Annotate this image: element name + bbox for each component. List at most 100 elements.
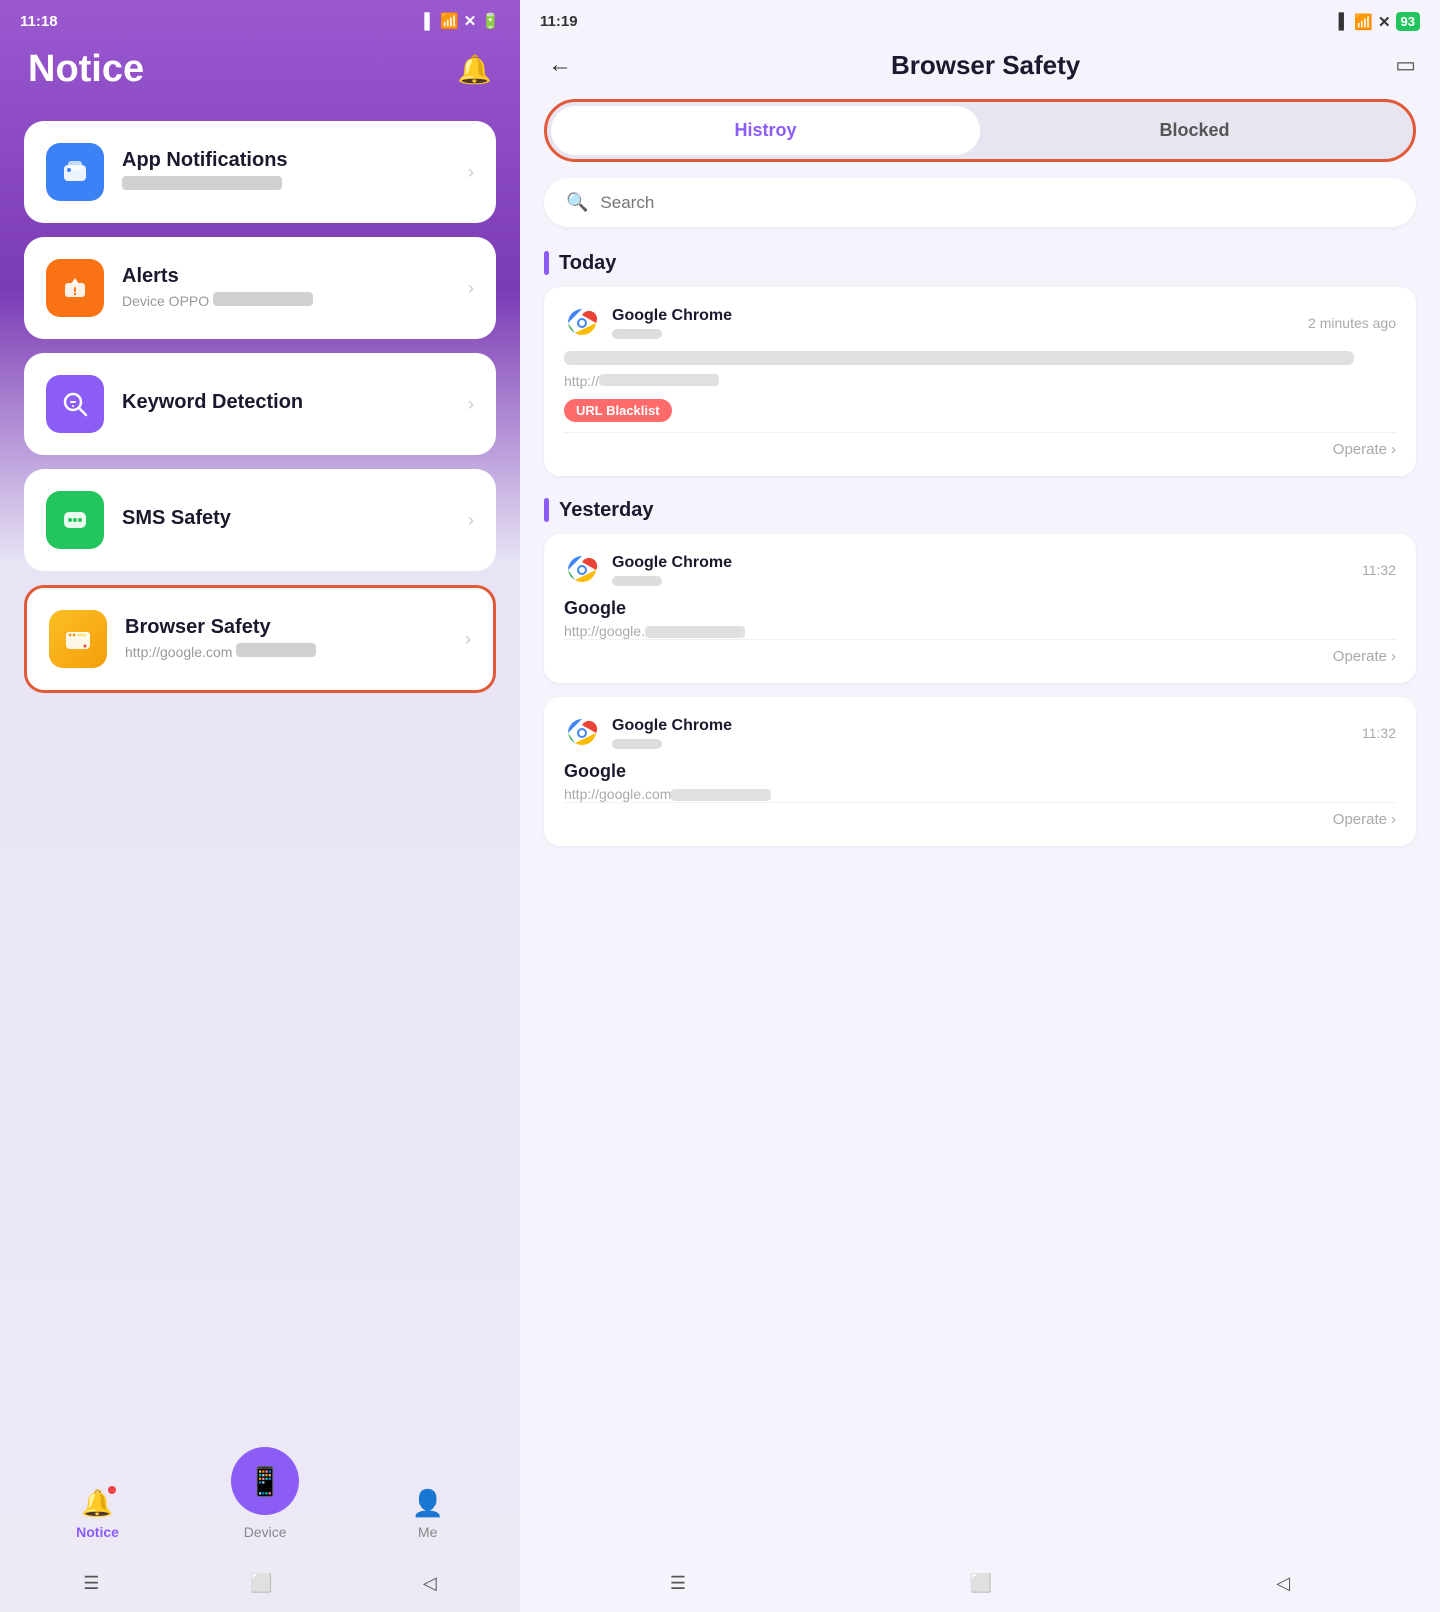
me-nav-icon: 👤 xyxy=(411,1488,443,1519)
card-app-info-yest-1: Google Chrome xyxy=(564,552,732,588)
chrome-icon-yest-2 xyxy=(564,715,600,751)
url-blur-today-1 xyxy=(599,374,719,386)
browser-safety-icon xyxy=(49,610,107,668)
card-header-today-1: Google Chrome 2 minutes ago xyxy=(564,305,1396,341)
status-icons-right: ▌ 📶 ✕ 93 xyxy=(1339,12,1420,31)
time-yest-1: 11:32 xyxy=(1362,562,1396,578)
notice-nav-icon: 🔔 xyxy=(81,1488,113,1519)
left-header: Notice 🔔 xyxy=(0,38,520,121)
time-right: 11:19 xyxy=(540,13,578,30)
scroll-area[interactable]: Today xyxy=(520,243,1440,1612)
sms-safety-icon xyxy=(46,491,104,549)
nav-item-me[interactable]: 👤 Me xyxy=(411,1488,443,1540)
app-name-yest-2: Google Chrome xyxy=(612,717,732,749)
url-inline-blur-yest2 xyxy=(671,789,771,801)
hamburger-icon-right[interactable]: ☰ xyxy=(670,1573,686,1594)
card-header-yest-2: Google Chrome 11:32 xyxy=(564,715,1396,751)
chrome-icon-yest-1 xyxy=(564,552,600,588)
search-icon: 🔍 xyxy=(566,192,588,213)
browser-safety-sub: http://google.com xyxy=(125,644,316,660)
nav-item-notice[interactable]: 🔔 Notice xyxy=(76,1488,119,1540)
bell-icon[interactable]: 🔔 xyxy=(457,53,492,86)
page-title: Notice xyxy=(28,48,144,91)
tab-blocked[interactable]: Blocked xyxy=(980,106,1409,155)
alerts-sub: Device OPPO xyxy=(122,293,313,309)
home-btn-right[interactable]: ⬜ xyxy=(970,1573,992,1594)
card-app-info-yest-2: Google Chrome xyxy=(564,715,732,751)
notice-nav-label: Notice xyxy=(76,1524,119,1540)
section-today-label: Today xyxy=(559,252,616,275)
app-notifications-icon xyxy=(46,143,104,201)
back-btn-left[interactable]: ◁ xyxy=(423,1573,437,1594)
menu-item-keyword-detection[interactable]: Keyword Detection › xyxy=(24,353,496,455)
app-name-today-1: Google Chrome xyxy=(612,307,732,339)
wifi-icon-right: 📶 xyxy=(1354,13,1373,31)
keyword-detection-title: Keyword Detection xyxy=(122,391,450,414)
url-inline-blur-yest1 xyxy=(645,626,745,638)
badge-row: URL Blacklist xyxy=(564,399,1396,432)
status-icons-left: ▌ 📶 ✕ 🔋 xyxy=(424,12,500,30)
alerts-icon xyxy=(46,259,104,317)
search-bar[interactable]: 🔍 xyxy=(544,178,1416,227)
operate-row-today-1[interactable]: Operate › xyxy=(564,432,1396,458)
menu-item-sms-safety[interactable]: SMS Safety › xyxy=(24,469,496,571)
app-name-yest-1: Google Chrome xyxy=(612,554,732,586)
card-url-yest-2: http://google.com xyxy=(564,786,1396,802)
browser-safety-chevron: › xyxy=(465,629,471,650)
back-btn-right[interactable]: ◁ xyxy=(1276,1573,1290,1594)
operate-chevron: › xyxy=(1391,441,1396,458)
operate-row-yest-2[interactable]: Operate › xyxy=(564,802,1396,828)
app-notifications-title: App Notifications xyxy=(122,149,450,172)
system-nav-left: ☰ ⬜ ◁ xyxy=(0,1565,520,1602)
card-app-info: Google Chrome xyxy=(564,305,732,341)
x-icon: ✕ xyxy=(464,12,477,30)
time-today-1: 2 minutes ago xyxy=(1308,315,1396,331)
operate-row-yest-1[interactable]: Operate › xyxy=(564,639,1396,665)
home-btn-left[interactable]: ⬜ xyxy=(250,1573,272,1594)
section-yesterday-label: Yesterday xyxy=(559,499,654,522)
section-today: Today xyxy=(520,243,1440,287)
me-nav-label: Me xyxy=(418,1524,437,1540)
keyword-detection-chevron: › xyxy=(468,394,474,415)
hamburger-icon-left[interactable]: ☰ xyxy=(83,1573,99,1594)
x-icon-right: ✕ xyxy=(1378,13,1391,31)
browser-safety-title: Browser Safety xyxy=(125,616,447,639)
card-title-yest-2: Google xyxy=(564,761,1396,782)
battery-icon: 🔋 xyxy=(481,12,500,30)
sms-safety-chevron: › xyxy=(468,510,474,531)
keyword-detection-text: Keyword Detection xyxy=(122,391,450,418)
sms-safety-text: SMS Safety xyxy=(122,507,450,534)
nav-item-device[interactable]: 📱 Device xyxy=(231,1467,299,1540)
search-input[interactable] xyxy=(600,193,1394,213)
back-button[interactable]: ← xyxy=(544,47,576,83)
device-nav-bg: 📱 xyxy=(231,1447,299,1515)
tablet-icon[interactable]: ▭ xyxy=(1395,52,1416,78)
card-url-today-1: http:// xyxy=(564,373,1396,389)
app-sub-blur xyxy=(612,329,662,339)
status-bar-right: 11:19 ▌ 📶 ✕ 93 xyxy=(520,0,1440,39)
device-nav-label: Device xyxy=(244,1524,287,1540)
notice-badge xyxy=(108,1486,116,1494)
signal-icon: ▌ xyxy=(424,13,435,30)
right-panel: 11:19 ▌ 📶 ✕ 93 ← Browser Safety ▭ Histro… xyxy=(520,0,1440,1612)
wifi-icon: 📶 xyxy=(440,12,459,30)
app-notifications-text: App Notifications xyxy=(122,149,450,195)
operate-chevron-yest1: › xyxy=(1391,648,1396,665)
device-nav-icon: 📱 xyxy=(248,1465,283,1498)
history-card-yest-1: Google Chrome 11:32 Google http://google… xyxy=(544,534,1416,683)
menu-item-app-notifications[interactable]: App Notifications › xyxy=(24,121,496,223)
card-url-yest-1: http://google. xyxy=(564,623,1396,639)
app-sub-blur-yest2 xyxy=(612,739,662,749)
right-header: ← Browser Safety ▭ xyxy=(520,39,1440,99)
bottom-nav: 🔔 Notice 📱 Device 👤 Me xyxy=(0,1475,520,1552)
menu-item-alerts[interactable]: Alerts Device OPPO › xyxy=(24,237,496,339)
tab-history[interactable]: Histroy xyxy=(551,106,980,155)
time-left: 11:18 xyxy=(20,13,58,30)
menu-item-browser-safety[interactable]: Browser Safety http://google.com › xyxy=(24,585,496,693)
app-notifications-sub xyxy=(122,176,282,190)
history-card-today-1: Google Chrome 2 minutes ago http:// URL … xyxy=(544,287,1416,476)
browser-safety-text: Browser Safety http://google.com xyxy=(125,616,447,662)
battery-right: 93 xyxy=(1396,12,1420,31)
history-card-yest-2: Google Chrome 11:32 Google http://google… xyxy=(544,697,1416,846)
alerts-text: Alerts Device OPPO xyxy=(122,265,450,311)
